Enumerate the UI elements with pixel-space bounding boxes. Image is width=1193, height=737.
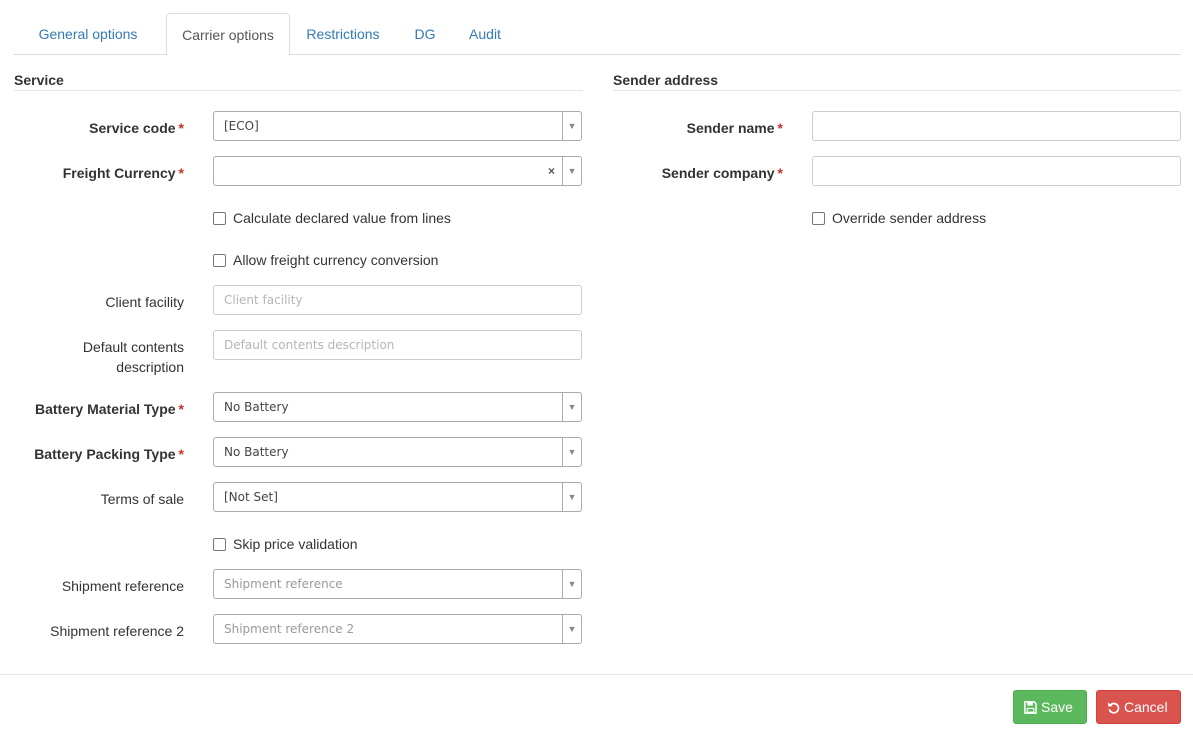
required-marker: *	[178, 446, 184, 462]
footer-divider	[0, 674, 1193, 675]
default-contents-input[interactable]	[213, 330, 582, 360]
battery-packing-select[interactable]: No Battery ▼	[213, 437, 582, 467]
shipment-ref-placeholder: Shipment reference	[224, 577, 343, 591]
cancel-button-label: Cancel	[1124, 699, 1168, 715]
battery-packing-value: No Battery	[224, 445, 289, 459]
default-contents-label: Default contents description	[82, 339, 184, 375]
sender-company-label: Sender company *	[661, 165, 783, 181]
skip-price-checkbox[interactable]: Skip price validation	[213, 534, 358, 554]
tab-carrier-options[interactable]: Carrier options	[166, 13, 290, 56]
sender-company-input[interactable]	[812, 156, 1181, 186]
chevron-down-icon[interactable]: ▼	[562, 438, 581, 466]
chevron-down-icon[interactable]: ▼	[562, 483, 581, 511]
undo-icon	[1107, 701, 1120, 714]
calc-declared-label: Calculate declared value from lines	[233, 210, 451, 226]
cancel-button[interactable]: Cancel	[1096, 690, 1181, 724]
allow-conversion-checkbox[interactable]: Allow freight currency conversion	[213, 250, 438, 270]
floppy-disk-icon	[1024, 700, 1037, 714]
service-code-value: [ECO]	[224, 119, 259, 133]
battery-material-select[interactable]: No Battery ▼	[213, 392, 582, 422]
tab-restrictions[interactable]: Restrictions	[295, 13, 391, 55]
chevron-down-icon[interactable]: ▼	[562, 157, 581, 185]
checkbox-box[interactable]	[213, 253, 226, 267]
checkbox-box[interactable]	[213, 211, 226, 225]
tab-bar: General options Carrier options Restrict…	[13, 13, 1181, 56]
terms-of-sale-value: [Not Set]	[224, 490, 278, 504]
tab-dg[interactable]: DG	[405, 13, 445, 55]
tab-audit[interactable]: Audit	[460, 13, 510, 55]
clear-icon[interactable]: ×	[548, 157, 555, 185]
shipment-ref2-select[interactable]: Shipment reference 2 ▼	[213, 614, 582, 644]
override-sender-label: Override sender address	[832, 210, 987, 226]
battery-packing-label: Battery Packing Type *	[34, 446, 184, 462]
required-marker: *	[178, 120, 184, 136]
sender-section-title: Sender address	[613, 72, 1181, 91]
checkbox-box[interactable]	[812, 211, 825, 225]
client-facility-label: Client facility	[105, 294, 184, 310]
chevron-down-icon[interactable]: ▼	[562, 615, 581, 643]
sender-name-input[interactable]	[812, 111, 1181, 141]
terms-of-sale-label: Terms of sale	[100, 491, 184, 507]
shipment-ref-label: Shipment reference	[61, 578, 184, 594]
freight-currency-label: Freight Currency *	[62, 165, 184, 181]
service-section-title: Service	[14, 72, 583, 91]
chevron-down-icon[interactable]: ▼	[562, 393, 581, 421]
service-code-select[interactable]: [ECO] ▼	[213, 111, 582, 141]
required-marker: *	[178, 401, 184, 417]
shipment-ref-select[interactable]: Shipment reference ▼	[213, 569, 582, 599]
override-sender-checkbox[interactable]: Override sender address	[812, 208, 986, 228]
skip-price-label: Skip price validation	[233, 536, 358, 552]
shipment-ref2-label: Shipment reference 2	[50, 623, 184, 639]
required-marker: *	[178, 165, 184, 181]
freight-currency-select[interactable]: × ▼	[213, 156, 582, 186]
save-button[interactable]: Save	[1013, 690, 1087, 724]
service-code-label: Service code *	[89, 120, 184, 136]
calc-declared-checkbox[interactable]: Calculate declared value from lines	[213, 208, 451, 228]
required-marker: *	[777, 120, 783, 136]
battery-material-value: No Battery	[224, 400, 289, 414]
client-facility-input[interactable]	[213, 285, 582, 315]
save-button-label: Save	[1041, 699, 1073, 715]
chevron-down-icon[interactable]: ▼	[562, 112, 581, 140]
checkbox-box[interactable]	[213, 537, 226, 551]
allow-conversion-label: Allow freight currency conversion	[233, 252, 439, 268]
sender-name-label: Sender name *	[686, 120, 783, 136]
terms-of-sale-select[interactable]: [Not Set] ▼	[213, 482, 582, 512]
battery-material-label: Battery Material Type *	[34, 401, 184, 417]
required-marker: *	[777, 165, 783, 181]
chevron-down-icon[interactable]: ▼	[562, 570, 581, 598]
shipment-ref2-placeholder: Shipment reference 2	[224, 622, 355, 636]
tab-general-options[interactable]: General options	[13, 13, 163, 55]
